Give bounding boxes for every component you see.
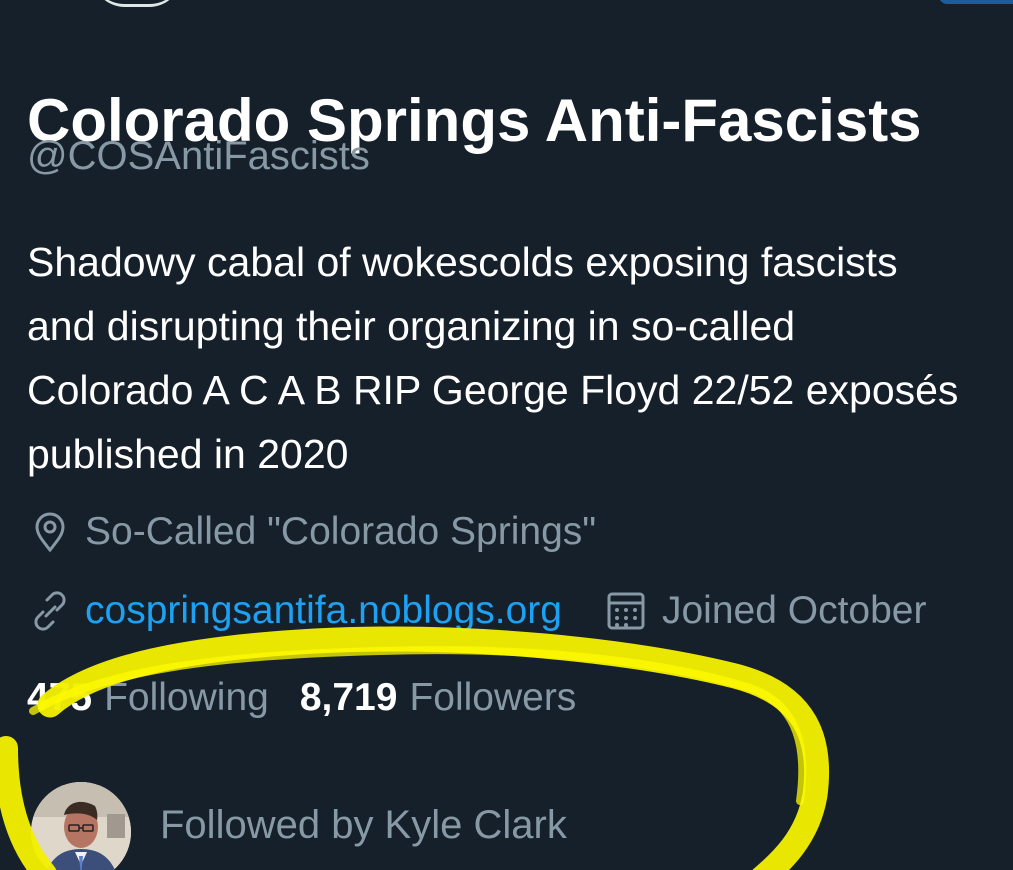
followed-by-avatar[interactable] [31,782,131,870]
profile-location: So-Called "Colorado Springs" [85,510,597,553]
followers-count: 8,719 [299,676,398,719]
profile-bio-line-3: Colorado A C A B RIP George Floyd 22/52 … [27,367,959,413]
profile-bio-line-2: and disrupting their organizing in so-ca… [27,303,796,349]
calendar-icon [604,589,648,633]
profile-stats: 475 Following 8,719 Followers [27,675,607,721]
profile-bio-line-1: Shadowy cabal of wokescolds exposing fas… [27,239,898,285]
following-label: Following [104,676,269,719]
profile-handle: @COSAntiFascists [27,134,370,178]
following-count: 475 [27,676,93,719]
link-icon [27,588,73,634]
profile-bio: Shadowy cabal of wokescolds exposing fas… [27,230,1013,486]
following-stat[interactable]: 475 Following [27,675,269,721]
profile-joined-group: Joined October [604,588,927,634]
followed-by-text[interactable]: Followed by Kyle Clark [160,802,567,848]
profile-website-link[interactable]: cospringsantifa.noblogs.org [85,588,562,634]
followers-label: Followers [409,676,577,719]
profile-link-row: cospringsantifa.noblogs.org Joined Octob… [27,588,926,634]
profile-location-row: So-Called "Colorado Springs" [27,509,596,555]
profile-action-button-edge[interactable] [939,0,1013,4]
profile-avatar-edge [92,0,182,7]
location-pin-icon [27,509,73,555]
twitter-profile-screen: Colorado Springs Anti-Fascists @COSAntiF… [0,0,1013,870]
profile-joined-date: Joined October [661,589,927,632]
profile-bio-line-4: published in 2020 [27,431,349,477]
followers-stat[interactable]: 8,719 Followers [300,675,576,721]
